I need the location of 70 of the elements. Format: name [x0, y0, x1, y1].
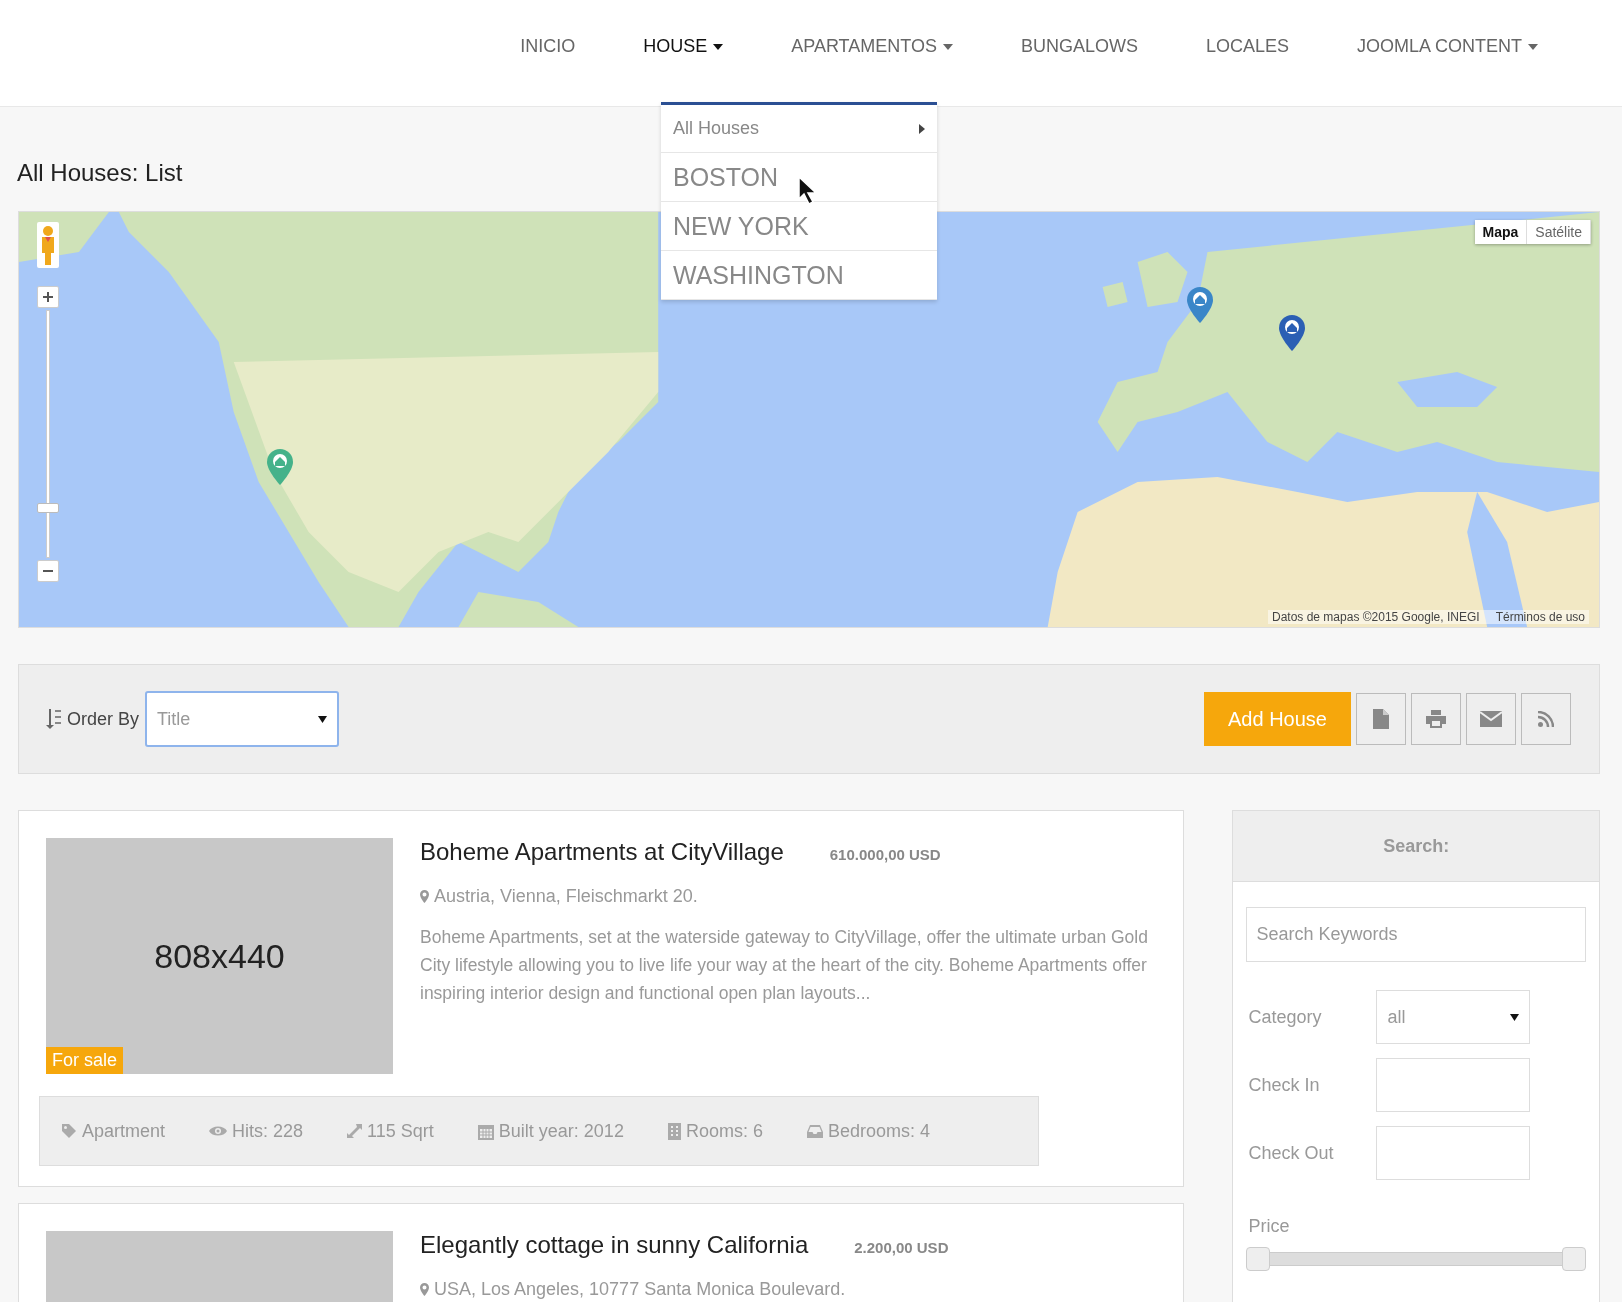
map-type-tab[interactable]: Satélite	[1527, 220, 1591, 244]
nav-tab[interactable]: BUNGALOWS	[986, 0, 1172, 57]
menu-item-label: All Houses	[673, 118, 760, 139]
feature-text: Bedrooms: 4	[827, 1120, 930, 1142]
person-icon[interactable]	[37, 222, 59, 268]
status-badge: For sale	[46, 1047, 124, 1074]
check-in-field[interactable]	[1376, 1058, 1531, 1112]
listing-title[interactable]: Boheme Apartments at CityVillage	[420, 838, 784, 866]
feature-text: 115 Sqrt	[367, 1120, 434, 1142]
chevron-right-icon	[919, 123, 925, 134]
order-by-label: Order By	[67, 708, 140, 730]
listing-address: Austria, Vienna, Fleischmarkt 20.	[434, 886, 698, 907]
listing-price: 2.200,00 USD	[854, 1239, 949, 1256]
zoom-out-button[interactable]	[37, 560, 59, 582]
feature-text: Built year: 2012	[498, 1120, 624, 1142]
field-label: Check Out	[1247, 1142, 1335, 1164]
dropdown-arrow-icon	[1510, 1013, 1520, 1021]
terms-link[interactable]: Términos de uso	[1495, 610, 1585, 624]
slider-handle[interactable]	[1246, 1247, 1271, 1271]
inbox-icon	[806, 1124, 823, 1138]
expand-arrows-icon	[347, 1123, 363, 1139]
building-icon	[667, 1122, 681, 1140]
pdf-button[interactable]	[1356, 693, 1406, 745]
menu-item[interactable]: All Houses	[661, 105, 937, 153]
location-pin-icon	[420, 1283, 429, 1296]
minus-icon	[43, 570, 53, 572]
listing-description: Boheme Apartments, set at the waterside gateway to CityVillage, offer the ultimate urban Gold City lifestyle allowing you to live life your way at the heart of the city. Boheme Apartments offer inspiring interior design and functional open plan layouts...	[420, 926, 1149, 1005]
nav-tab[interactable]: HOUSE	[609, 0, 758, 57]
slider-handle[interactable]	[1562, 1247, 1586, 1271]
rss-button[interactable]	[1521, 693, 1571, 745]
nav-tab[interactable]: JOOMLA CONTENT	[1323, 0, 1572, 57]
nav-tab[interactable]: LOCALES	[1171, 0, 1323, 57]
field-label: Check In	[1247, 1074, 1321, 1096]
feature-text: Rooms: 6	[685, 1120, 763, 1142]
check-out-field[interactable]	[1376, 1126, 1531, 1180]
eye-icon	[209, 1125, 228, 1137]
field-label: Category	[1247, 1006, 1323, 1028]
map-pin-icon[interactable]	[1187, 287, 1213, 323]
dropdown-arrow-icon	[318, 715, 328, 723]
image-size-label: 808x440	[154, 936, 285, 976]
search-panel-title: Search:	[1233, 811, 1599, 882]
rss-icon	[1538, 711, 1554, 727]
zoom-slider-thumb[interactable]	[37, 503, 59, 514]
nav-tab[interactable]: INICIO	[486, 0, 610, 57]
location-pin-icon	[420, 890, 429, 903]
listing-title[interactable]: Elegantly cottage in sunny California	[420, 1231, 809, 1259]
map-type-tab[interactable]: Mapa	[1474, 220, 1528, 244]
field-label: Price	[1247, 1216, 1291, 1237]
document-icon	[1373, 709, 1389, 729]
email-button[interactable]	[1466, 693, 1516, 745]
feature-text: Apartment	[82, 1120, 166, 1142]
zoom-in-button[interactable]	[37, 286, 59, 308]
print-button[interactable]	[1411, 693, 1461, 745]
map-pin-icon[interactable]	[1279, 315, 1305, 351]
page-title: All Houses: List	[17, 159, 183, 188]
nav-tab[interactable]: APARTAMENTOS	[757, 0, 987, 57]
map-pin-icon[interactable]	[267, 449, 293, 485]
price-slider[interactable]	[1246, 1247, 1586, 1271]
sort-icon	[45, 709, 63, 729]
listing-price: 610.000,00 USD	[829, 846, 941, 863]
map-attribution: Datos de mapas ©2015 Google, INEGI	[1272, 610, 1480, 624]
envelope-icon	[1480, 711, 1502, 727]
keywords-field[interactable]: Search Keywords	[1246, 907, 1586, 962]
zoom-slider[interactable]	[37, 310, 59, 558]
feature-text: Hits: 228	[232, 1120, 304, 1142]
calendar-icon	[477, 1122, 494, 1140]
tag-icon	[61, 1123, 77, 1139]
print-icon	[1426, 710, 1446, 728]
listing-address: USA, Los Angeles, 10777 Santa Monica Boulevard.	[434, 1279, 846, 1300]
plus-icon	[43, 292, 53, 302]
